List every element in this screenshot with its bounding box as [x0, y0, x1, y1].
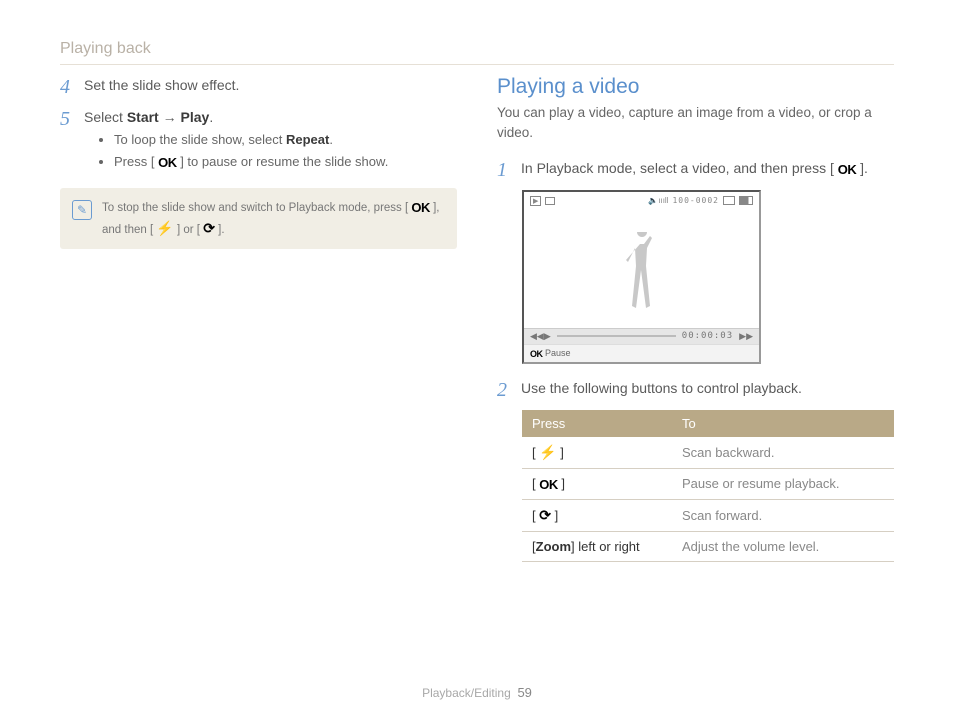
bold: Repeat [286, 132, 329, 147]
thumbnail-icon [545, 197, 555, 205]
step-1: 1 In Playback mode, select a video, and … [497, 158, 894, 182]
th-to: To [672, 410, 894, 437]
rewind-icon: ◀◀ [530, 331, 544, 342]
video-ok-label: OK Pause [524, 344, 759, 362]
chapter-name: Playback/Editing [422, 686, 511, 700]
memory-icon [723, 196, 735, 205]
step-2: 2 Use the following buttons to control p… [497, 378, 894, 402]
video-body [524, 210, 759, 328]
text: To loop the slide show, select [114, 132, 286, 147]
ok-icon: OK [158, 153, 177, 173]
text: ] to pause or resume the slide show. [177, 154, 389, 169]
step-number: 4 [60, 75, 74, 99]
note-box: ✎ To stop the slide show and switch to P… [60, 188, 457, 249]
battery-icon [739, 196, 753, 205]
cell-to: Pause or resume playback. [672, 468, 894, 499]
step-number: 1 [497, 158, 511, 182]
page-number: 59 [517, 685, 531, 700]
play-mode-icon: ▶ [530, 196, 541, 206]
cell-key: [ ⟳ ] [522, 499, 672, 531]
volume-icon: 🔈ıııll [648, 196, 668, 205]
note-icon: ✎ [72, 200, 92, 220]
table-row: [ OK ] Pause or resume playback. [522, 468, 894, 499]
forward-icon: ▶▶ [739, 331, 753, 342]
bullet-item: Press [ OK ] to pause or resume the slid… [114, 152, 388, 173]
text: Press [ [114, 154, 158, 169]
page-footer: Playback/Editing 59 [0, 685, 954, 700]
step-text: Select Start → Play. To loop the slide s… [84, 107, 388, 178]
text: ] or [ [174, 224, 203, 236]
cell-to: Adjust the volume level. [672, 531, 894, 561]
bold: Start [127, 109, 159, 125]
text: ]. [856, 160, 868, 176]
flash-icon: ⚡ [156, 218, 173, 239]
table-header-row: Press To [522, 410, 894, 437]
cell-key: [ ⚡ ] [522, 437, 672, 469]
sub-desc: You can play a video, capture an image f… [497, 103, 894, 144]
text: Select [84, 109, 127, 125]
left-column: 4 Set the slide show effect. 5 Select St… [60, 75, 457, 562]
person-silhouette [622, 232, 662, 328]
note-text: To stop the slide show and switch to Pla… [102, 198, 445, 239]
table-row: [ ⟳ ] Scan forward. [522, 499, 894, 531]
section-header: Playing back [60, 40, 894, 65]
text: ] left or right [571, 539, 640, 554]
bold: Zoom [536, 539, 571, 554]
step-text: Set the slide show effect. [84, 75, 239, 99]
timer-icon: ⟳ [539, 507, 551, 524]
step-number: 5 [60, 107, 74, 178]
cell-key: [Zoom] left or right [522, 531, 672, 561]
text: To stop the slide show and switch to Pla… [102, 202, 411, 214]
right-column: Playing a video You can play a video, ca… [497, 75, 894, 562]
cell-to: Scan backward. [672, 437, 894, 469]
text: In Playback mode, select a video, and th… [521, 160, 838, 176]
bullet-item: To loop the slide show, select Repeat. [114, 130, 388, 150]
bold: Play [181, 109, 210, 125]
time-counter: 00:00:03 [682, 331, 733, 341]
flash-icon: ⚡ [539, 444, 556, 461]
cell-key: [ OK ] [522, 468, 672, 499]
step-5: 5 Select Start → Play. To loop the slide… [60, 107, 457, 178]
step-text: In Playback mode, select a video, and th… [521, 158, 868, 182]
ok-icon: OK [530, 349, 543, 359]
progress-bar [557, 335, 676, 337]
label: Pause [545, 348, 571, 358]
table-row: [ ⚡ ] Scan backward. [522, 437, 894, 469]
step-4: 4 Set the slide show effect. [60, 75, 457, 99]
step-number: 2 [497, 378, 511, 402]
timer-icon: ⟳ [203, 218, 215, 239]
video-preview: ▶ 🔈ıııll 100-0002 [522, 190, 761, 364]
ok-icon: OK [411, 198, 430, 218]
step-text: Use the following buttons to control pla… [521, 378, 802, 402]
th-press: Press [522, 410, 672, 437]
controls-table: Press To [ ⚡ ] Scan backward. [ OK ] Pau… [522, 410, 894, 562]
cell-to: Scan forward. [672, 499, 894, 531]
table-row: [Zoom] left or right Adjust the volume l… [522, 531, 894, 561]
bullet-list: To loop the slide show, select Repeat. P… [84, 130, 388, 172]
video-controls: ◀◀ ▶ 00:00:03 ▶▶ [524, 328, 759, 344]
play-icon: ▶ [544, 331, 551, 342]
video-top-bar: ▶ 🔈ıııll 100-0002 [524, 192, 759, 210]
text: . [209, 109, 213, 125]
text: . [329, 132, 333, 147]
folder-number: 100-0002 [672, 196, 719, 205]
arrow: → [159, 109, 181, 125]
subheading: Playing a video [497, 75, 894, 99]
ok-icon: OK [838, 160, 857, 180]
ok-icon: OK [539, 477, 558, 492]
text: ]. [215, 224, 225, 236]
